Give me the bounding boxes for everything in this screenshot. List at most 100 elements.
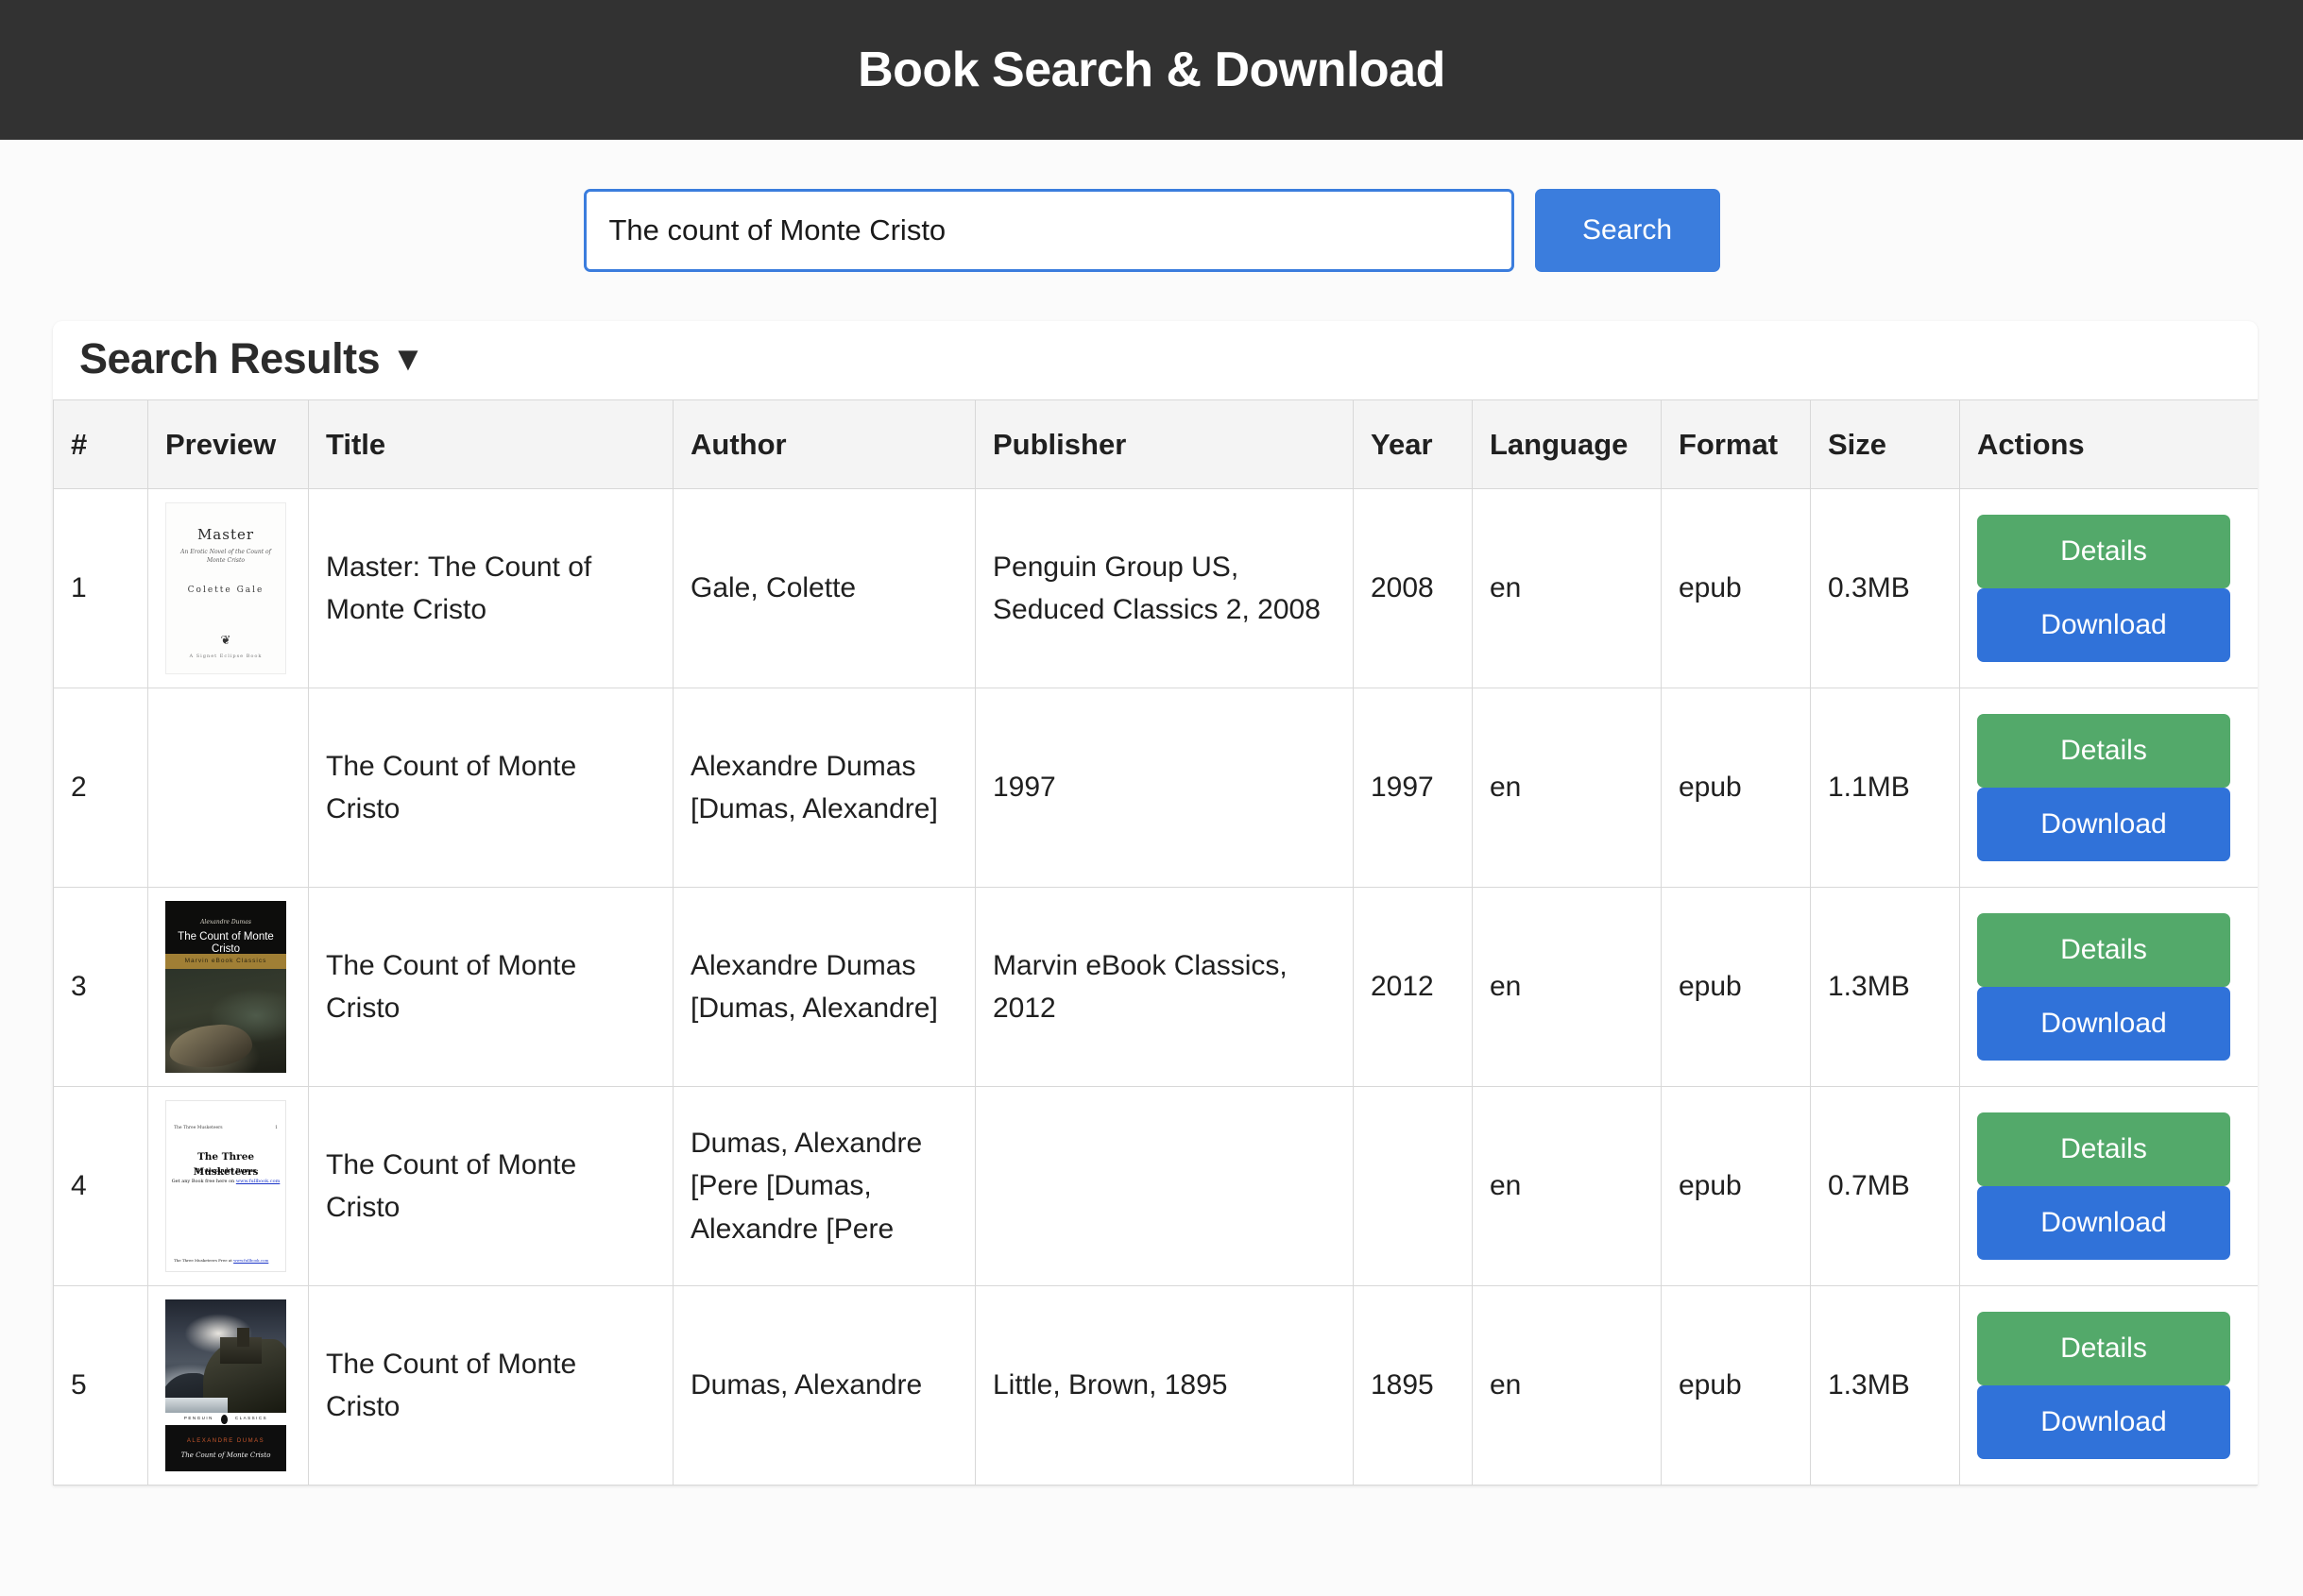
cell-publisher: Little, Brown, 1895 xyxy=(975,1285,1354,1486)
column-header-language[interactable]: Language xyxy=(1472,399,1662,490)
cover-title: The Three Musketeers xyxy=(193,1151,259,1179)
cell-format: epub xyxy=(1661,488,1811,689)
page-title: Book Search & Download xyxy=(858,42,1445,97)
cell-size: 0.3MB xyxy=(1810,488,1960,689)
cell-actions: Details Download xyxy=(1959,887,2258,1088)
search-results-heading[interactable]: Search Results ▼ xyxy=(53,321,2258,399)
column-header-title[interactable]: Title xyxy=(308,399,674,490)
cell-language: en xyxy=(1472,1086,1662,1287)
details-button[interactable]: Details xyxy=(1977,714,2230,789)
cell-size: 1.1MB xyxy=(1810,688,1960,889)
table-row[interactable]: 4 The Three Musketeers 1 The Three Muske… xyxy=(53,1086,2258,1287)
column-header-actions: Actions xyxy=(1959,399,2258,490)
cell-number: 4 xyxy=(53,1086,148,1287)
cover-artwork xyxy=(165,1299,286,1414)
cover-author: By Alexandre Dumas xyxy=(196,1168,256,1175)
download-button[interactable]: Download xyxy=(1977,788,2230,862)
details-button[interactable]: Details xyxy=(1977,1112,2230,1187)
cover-imprint: Marvin eBook Classics xyxy=(184,958,267,965)
book-cover-thumbnail[interactable]: PENGUIN CLASSICS ALEXANDRE DUMAS The Cou… xyxy=(165,1299,286,1472)
cell-number: 1 xyxy=(53,488,148,689)
results-table: # Preview Title Author Publisher Year La… xyxy=(53,399,2258,1486)
cover-title: The Count of Monte Cristo xyxy=(178,931,274,955)
cell-actions: Details Download xyxy=(1959,488,2258,689)
cover-link-line: Get any Book free here on www.fullbook.c… xyxy=(166,1179,285,1186)
cell-author: Alexandre Dumas [Dumas, Alexandre] xyxy=(673,887,976,1088)
cell-preview: The Three Musketeers 1 The Three Muskete… xyxy=(147,1086,309,1287)
cell-publisher: 1997 xyxy=(975,688,1354,889)
cover-footer-text: The Three Musketeers Free at xyxy=(174,1258,232,1264)
download-button[interactable]: Download xyxy=(1977,588,2230,663)
cell-author: Alexandre Dumas [Dumas, Alexandre] xyxy=(673,688,976,889)
cell-preview xyxy=(147,688,309,889)
cell-format: epub xyxy=(1661,688,1811,889)
column-header-number[interactable]: # xyxy=(53,399,148,490)
cover-title: Master xyxy=(196,526,255,544)
cell-language: en xyxy=(1472,488,1662,689)
cell-size: 1.3MB xyxy=(1810,887,1960,1088)
cell-language: en xyxy=(1472,1285,1662,1486)
search-input[interactable] xyxy=(583,188,1514,272)
cover-footer-url: www.fullbook.com xyxy=(233,1258,269,1264)
column-header-author[interactable]: Author xyxy=(673,399,976,490)
cell-title: The Count of Monte Cristo xyxy=(308,1285,674,1486)
table-header-row: # Preview Title Author Publisher Year La… xyxy=(53,399,2258,490)
column-header-publisher[interactable]: Publisher xyxy=(975,399,1354,490)
column-header-year[interactable]: Year xyxy=(1353,399,1473,490)
cover-title: The Count of Monte Cristo xyxy=(180,1452,271,1460)
cell-title: Master: The Count of Monte Cristo xyxy=(308,488,674,689)
chevron-down-icon[interactable]: ▼ xyxy=(391,339,425,378)
column-header-preview[interactable]: Preview xyxy=(147,399,309,490)
book-cover-thumbnail[interactable]: Alexandre Dumas The Count of Monte Crist… xyxy=(165,901,286,1074)
publisher-logo-icon: ❦ xyxy=(220,632,231,647)
cell-language: en xyxy=(1472,887,1662,1088)
search-section: Search xyxy=(0,140,2303,314)
cell-number: 2 xyxy=(53,688,148,889)
download-button[interactable]: Download xyxy=(1977,987,2230,1061)
search-button[interactable]: Search xyxy=(1534,188,1720,272)
cover-publisher: A Signet Eclipse Book xyxy=(189,653,263,659)
cover-artwork xyxy=(165,969,286,1074)
column-header-size[interactable]: Size xyxy=(1810,399,1960,490)
cover-imprint-left: PENGUIN xyxy=(183,1416,213,1421)
cell-title: The Count of Monte Cristo xyxy=(308,887,674,1088)
book-cover-thumbnail[interactable]: Master An Erotic Novel of the Count of M… xyxy=(165,502,286,675)
cell-preview: PENGUIN CLASSICS ALEXANDRE DUMAS The Cou… xyxy=(147,1285,309,1486)
table-row[interactable]: 2 The Count of Monte Cristo Alexandre Du… xyxy=(53,688,2258,889)
table-row[interactable]: 1 Master An Erotic Novel of the Count of… xyxy=(53,488,2258,689)
cover-sea-shape xyxy=(165,1398,228,1414)
cover-tower-shape xyxy=(237,1328,249,1348)
cover-link-url: www.fullbook.com xyxy=(235,1179,281,1185)
details-button[interactable]: Details xyxy=(1977,515,2230,589)
details-button[interactable]: Details xyxy=(1977,1312,2230,1386)
cell-author: Dumas, Alexandre [Pere [Dumas, Alexandre… xyxy=(673,1086,976,1287)
actions-group: Details Download xyxy=(1977,714,2230,862)
search-results-heading-label: Search Results xyxy=(79,334,381,382)
details-button[interactable]: Details xyxy=(1977,913,2230,988)
cell-author: Dumas, Alexandre xyxy=(673,1285,976,1486)
download-button[interactable]: Download xyxy=(1977,1385,2230,1460)
column-header-format[interactable]: Format xyxy=(1661,399,1811,490)
cell-number: 3 xyxy=(53,887,148,1088)
cell-publisher xyxy=(975,1086,1354,1287)
search-results-card: Search Results ▼ # Preview Title Author … xyxy=(53,321,2258,1486)
cover-link-text: Get any Book free here on xyxy=(171,1179,235,1185)
cell-title: The Count of Monte Cristo xyxy=(308,1086,674,1287)
cell-format: epub xyxy=(1661,1086,1811,1287)
cell-year: 1895 xyxy=(1353,1285,1473,1486)
table-row[interactable]: 3 Alexandre Dumas The Count of Monte Cri… xyxy=(53,887,2258,1088)
actions-group: Details Download xyxy=(1977,913,2230,1061)
book-cover-thumbnail[interactable]: The Three Musketeers 1 The Three Muskete… xyxy=(165,1100,286,1273)
cell-actions: Details Download xyxy=(1959,1086,2258,1287)
cover-page-number: 1 xyxy=(275,1126,278,1131)
cell-preview: Alexandre Dumas The Count of Monte Crist… xyxy=(147,887,309,1088)
cover-imprint-strip: PENGUIN CLASSICS xyxy=(165,1413,286,1426)
cover-author: Colette Gale xyxy=(187,586,264,596)
table-row[interactable]: 5 PENGUIN CLASSICS ALEXANDRE DUMAS The C… xyxy=(53,1285,2258,1486)
download-button[interactable]: Download xyxy=(1977,1186,2230,1261)
cell-publisher: Marvin eBook Classics, 2012 xyxy=(975,887,1354,1088)
cell-year: 2012 xyxy=(1353,887,1473,1088)
cover-author: Alexandre Dumas xyxy=(200,919,251,926)
cell-title: The Count of Monte Cristo xyxy=(308,688,674,889)
cell-year: 2008 xyxy=(1353,488,1473,689)
